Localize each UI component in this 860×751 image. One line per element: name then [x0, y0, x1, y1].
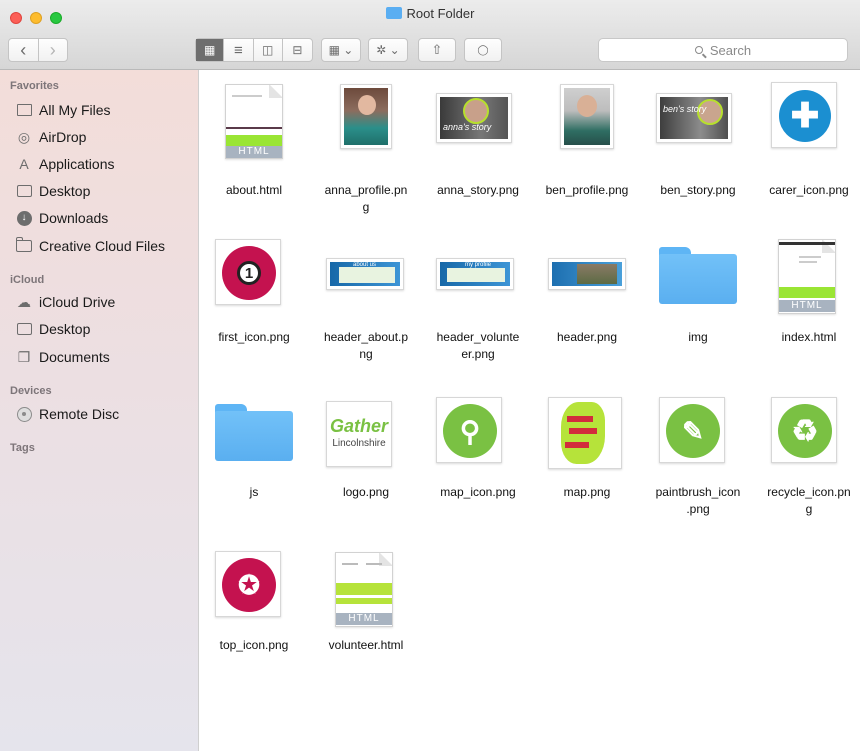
file-name-label: about.html [225, 183, 283, 197]
image-file-thumbnail[interactable]: about us [326, 258, 404, 290]
folder-icon[interactable] [659, 247, 737, 307]
file-name-label: header_volunte er.png [436, 330, 520, 361]
sidebar-item-remote-disc[interactable]: Remote Disc [16, 403, 119, 425]
folder-icon [385, 7, 402, 19]
image-file-thumbnail[interactable]: ♻ [771, 397, 837, 463]
desktop-icon [16, 321, 32, 337]
column-view-button[interactable]: ◫ [252, 39, 282, 61]
html-file-thumbnail[interactable]: HTML [335, 552, 393, 627]
image-file-thumbnail[interactable]: ✪ [215, 551, 281, 617]
sidebar-item-icloud-desktop[interactable]: Desktop [16, 318, 90, 340]
sidebar-item-all-my-files[interactable]: All My Files [16, 99, 111, 121]
image-file-thumbnail[interactable] [548, 397, 622, 469]
file-name-label: volunteer.html [328, 638, 404, 652]
desktop-icon [16, 183, 32, 199]
image-file-thumbnail[interactable]: Gather Lincolnshire [326, 401, 392, 467]
share-button[interactable]: ⇧ [418, 38, 456, 62]
sidebar-item-label: Downloads [39, 210, 109, 226]
airdrop-icon: ◎ [17, 128, 31, 145]
sidebar: Favorites All My Files ◎ AirDrop A Appli… [0, 70, 199, 751]
search-placeholder: Search [709, 42, 752, 58]
documents-icon: ❐ [17, 348, 31, 365]
sidebar-section-icloud: iCloud [10, 274, 45, 286]
back-forward-control: ‹ › [8, 38, 68, 62]
sidebar-item-label: iCloud Drive [39, 294, 116, 310]
file-name-label: recycle_icon.pn g [767, 485, 851, 516]
file-name-label: map.png [563, 485, 611, 499]
sidebar-item-icloud-drive[interactable]: ☁ iCloud Drive [16, 291, 115, 313]
image-file-thumbnail[interactable] [548, 258, 626, 290]
file-name-label: carer_icon.png [769, 183, 849, 197]
sidebar-item-label: Creative Cloud Files [39, 238, 166, 254]
arrange-button[interactable]: ▦ ⌄ [321, 38, 361, 62]
action-button[interactable]: ✲ ⌄ [368, 38, 408, 62]
view-mode-control: ▦ ≡ ◫ ⊟ [195, 38, 313, 62]
cloud-icon: ☁ [17, 293, 31, 310]
folder-icon [15, 237, 32, 254]
sidebar-section-favorites: Favorites [10, 80, 59, 92]
downloads-icon: ↓ [16, 210, 32, 226]
sidebar-item-label: Applications [39, 156, 115, 172]
search-icon [694, 46, 703, 54]
file-name-label: img [688, 330, 708, 344]
file-name-label: logo.png [342, 485, 390, 499]
image-file-thumbnail[interactable]: ✎ [659, 397, 725, 463]
search-field[interactable]: Search [598, 38, 848, 62]
sidebar-item-label: Documents [39, 349, 110, 365]
sidebar-item-label: AirDrop [39, 129, 87, 145]
all-files-icon [16, 102, 32, 118]
file-name-label: anna_story.png [437, 183, 519, 197]
image-file-thumbnail[interactable]: ✚ [771, 82, 837, 148]
image-file-thumbnail[interactable]: 1 [215, 239, 281, 305]
folder-icon[interactable] [215, 404, 293, 464]
sidebar-item-label: All My Files [39, 102, 111, 118]
applications-icon: A [19, 156, 29, 172]
image-file-thumbnail[interactable]: my profile [436, 258, 514, 290]
sidebar-section-tags: Tags [10, 442, 35, 454]
image-file-thumbnail[interactable] [560, 84, 614, 149]
image-file-thumbnail[interactable]: ⚲ [436, 397, 502, 463]
window-title: Root Folder [0, 6, 860, 21]
sidebar-item-creative-cloud-files[interactable]: Creative Cloud Files [15, 235, 166, 257]
window-title-text: Root Folder [406, 6, 475, 21]
window-toolbar: Root Folder ‹ › ▦ ≡ ◫ ⊟ ▦ ⌄ ✲ ⌄ ⇧ ◯ Sear… [0, 0, 860, 70]
file-name-label: ben_story.png [660, 183, 736, 197]
list-view-button[interactable]: ≡ [223, 39, 252, 61]
back-button[interactable]: ‹ [9, 39, 38, 61]
icon-view-button[interactable]: ▦ [196, 39, 224, 61]
html-file-thumbnail[interactable]: HTML [778, 239, 836, 314]
file-name-label: map_icon.png [440, 485, 516, 499]
html-file-thumbnail[interactable]: HTML [225, 84, 283, 159]
image-file-thumbnail[interactable] [340, 84, 392, 149]
file-name-label: first_icon.png [218, 330, 290, 344]
file-name-label: paintbrush_icon .png [655, 485, 741, 516]
file-name-label: js [249, 485, 259, 499]
sidebar-item-documents[interactable]: ❐ Documents [16, 346, 110, 368]
image-file-thumbnail[interactable]: anna's story [436, 93, 512, 143]
sidebar-item-desktop[interactable]: Desktop [16, 180, 90, 202]
file-name-label: anna_profile.pn g [324, 183, 408, 214]
file-name-label: index.html [781, 330, 837, 344]
file-name-label: header.png [556, 330, 618, 344]
forward-button[interactable]: › [37, 39, 68, 61]
sidebar-section-devices: Devices [10, 385, 52, 397]
file-name-label: header_about.p ng [323, 330, 409, 361]
disc-icon [16, 406, 32, 422]
sidebar-item-airdrop[interactable]: ◎ AirDrop [16, 126, 87, 148]
sidebar-item-label: Desktop [39, 321, 91, 337]
sidebar-item-applications[interactable]: A Applications [16, 153, 115, 175]
file-grid: HTML about.html anna_profile.pn g anna's… [200, 71, 860, 751]
cover-flow-button[interactable]: ⊟ [281, 39, 312, 61]
tag-button[interactable]: ◯ [464, 38, 502, 62]
sidebar-item-label: Remote Disc [39, 406, 120, 422]
sidebar-item-downloads[interactable]: ↓ Downloads [16, 207, 108, 229]
file-name-label: top_icon.png [219, 638, 289, 652]
sidebar-item-label: Desktop [39, 183, 91, 199]
image-file-thumbnail[interactable]: ben's story [656, 93, 732, 143]
file-name-label: ben_profile.png [545, 183, 629, 197]
